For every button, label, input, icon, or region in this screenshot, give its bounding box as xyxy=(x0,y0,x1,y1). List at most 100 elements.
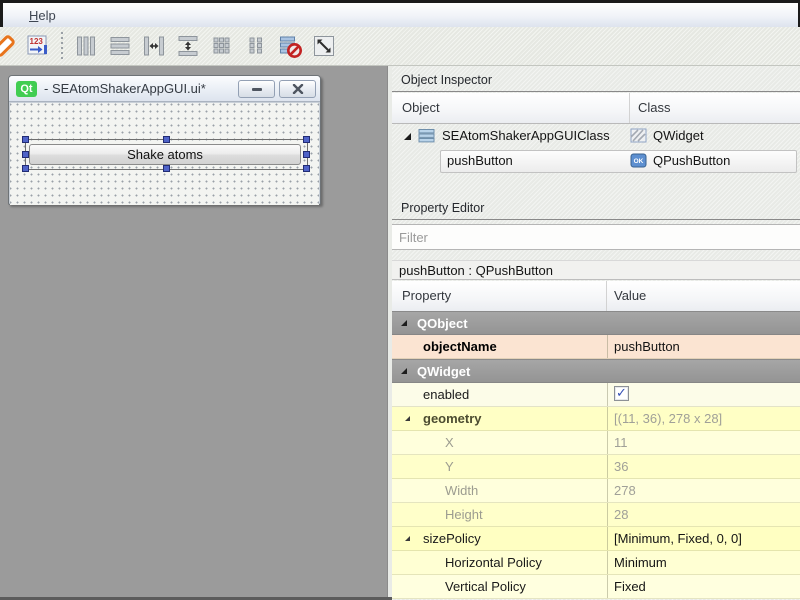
object-inspector-row[interactable]: SEAtomShakerAppGUIClass QWidget xyxy=(392,124,800,149)
form-canvas[interactable]: Shake atoms xyxy=(10,103,319,205)
toolbar-edit-buddies-button[interactable] xyxy=(0,32,18,60)
shake-atoms-pushbutton[interactable]: Shake atoms xyxy=(29,144,301,165)
column-property[interactable]: Property xyxy=(392,281,607,311)
toolbar: 123 xyxy=(0,27,800,66)
toolbar-break-layout-button[interactable] xyxy=(276,32,304,60)
property-table: QObject objectName pushButton QWidget enable… xyxy=(392,311,800,599)
property-value[interactable]: 278 xyxy=(607,479,800,502)
class-name: QPushButton xyxy=(653,153,730,168)
object-name: SEAtomShakerAppGUIClass xyxy=(442,128,610,143)
selection-handle[interactable] xyxy=(22,136,29,143)
property-row[interactable]: Height 28 xyxy=(392,503,800,527)
svg-text:OK: OK xyxy=(634,158,644,165)
property-name: geometry xyxy=(423,411,482,426)
current-object-label: pushButton : QPushButton xyxy=(392,260,800,280)
object-inspector-row[interactable]: pushButton OK QPushButton xyxy=(392,149,800,174)
property-expand-triangle-icon[interactable] xyxy=(405,536,410,541)
form-window-titlebar[interactable]: Qt - SEAtomShakerAppGUI.ui* xyxy=(9,76,320,102)
toolbar-edit-tab-order-button[interactable]: 123 xyxy=(24,32,52,60)
break-layout-icon xyxy=(277,33,304,60)
property-value[interactable]: pushButton xyxy=(607,335,800,358)
property-row[interactable]: sizePolicy [Minimum, Fixed, 0, 0] xyxy=(392,527,800,551)
group-expand-triangle-icon[interactable] xyxy=(401,320,407,326)
property-name: Width xyxy=(445,483,478,498)
adjust-size-icon xyxy=(311,33,337,59)
selection-handle[interactable] xyxy=(303,165,310,172)
layout-grid-icon xyxy=(209,33,235,59)
toolbar-layout-horizontal-button[interactable] xyxy=(72,32,100,60)
property-group-row[interactable]: QObject xyxy=(392,311,800,335)
selection-handle[interactable] xyxy=(163,165,170,172)
property-name: X xyxy=(445,435,454,450)
property-value[interactable]: [Minimum, Fixed, 0, 0] xyxy=(607,527,800,550)
filter-input[interactable] xyxy=(392,224,800,250)
property-row[interactable]: Vertical Policy Fixed xyxy=(392,575,800,599)
object-inspector-tree: SEAtomShakerAppGUIClass QWidget pushButton… xyxy=(392,124,800,174)
qpushbutton-class-icon: OK xyxy=(630,153,647,171)
toolbar-adjust-size-button[interactable] xyxy=(310,32,338,60)
property-row[interactable]: Width 278 xyxy=(392,479,800,503)
toolbar-layout-horizontal-splitter-button[interactable] xyxy=(140,32,168,60)
layout-vertical-splitter-icon xyxy=(175,33,201,59)
layout-form-icon xyxy=(243,33,269,59)
property-value[interactable]: [(11, 36), 278 x 28] xyxy=(607,407,800,430)
edit-buddies-icon xyxy=(0,33,17,59)
property-name: QWidget xyxy=(417,364,470,379)
toolbar-layout-vertical-splitter-button[interactable] xyxy=(174,32,202,60)
close-button[interactable] xyxy=(279,80,316,98)
column-value[interactable]: Value xyxy=(607,281,646,311)
property-expand-triangle-icon[interactable] xyxy=(405,416,410,421)
object-name: pushButton xyxy=(447,153,513,168)
property-row[interactable]: Y36 xyxy=(392,455,800,479)
form-widget-icon xyxy=(418,128,436,147)
property-name: Horizontal Policy xyxy=(445,555,542,570)
group-expand-triangle-icon[interactable] xyxy=(401,368,407,374)
property-name: Vertical Policy xyxy=(445,579,526,594)
property-row[interactable]: enabled✓ xyxy=(392,383,800,407)
property-editor-header: Property Value xyxy=(392,281,800,312)
layout-horizontal-icon xyxy=(73,33,99,59)
expand-triangle-icon[interactable] xyxy=(404,133,411,140)
selection-handle[interactable] xyxy=(22,165,29,172)
property-name: sizePolicy xyxy=(423,531,481,546)
enabled-checkbox[interactable]: ✓ xyxy=(614,386,629,401)
minimize-icon xyxy=(251,85,263,93)
property-editor-title: Property Editor xyxy=(392,197,800,220)
checkmark-icon: ✓ xyxy=(616,387,627,400)
property-name: objectName xyxy=(423,339,497,354)
property-value[interactable]: Fixed xyxy=(607,575,800,598)
minimize-button[interactable] xyxy=(238,80,275,98)
menu-bar: Help xyxy=(0,0,800,27)
column-object[interactable]: Object xyxy=(392,93,630,123)
property-value[interactable]: ✓ xyxy=(607,383,800,406)
object-inspector-header: Object Class xyxy=(392,93,800,124)
property-value[interactable]: 36 xyxy=(607,455,800,478)
layout-horizontal-splitter-icon xyxy=(141,33,167,59)
class-name: QWidget xyxy=(653,128,704,143)
edit-tab-order-icon: 123 xyxy=(25,33,51,59)
property-row[interactable]: X 11 xyxy=(392,431,800,455)
toolbar-separator xyxy=(59,32,65,60)
selection-handle[interactable] xyxy=(303,136,310,143)
column-class[interactable]: Class xyxy=(630,93,671,123)
selection-handle[interactable] xyxy=(22,151,29,158)
property-row[interactable]: objectName pushButton xyxy=(392,335,800,359)
qt-logo-icon: Qt xyxy=(16,81,37,97)
property-row[interactable]: geometry [(11, 36), 278 x 28] xyxy=(392,407,800,431)
close-icon xyxy=(292,84,304,94)
menu-help[interactable]: Help xyxy=(17,6,68,25)
property-row[interactable]: Horizontal Policy Minimum xyxy=(392,551,800,575)
property-value[interactable]: 28 xyxy=(607,503,800,526)
toolbar-layout-vertical-button[interactable] xyxy=(106,32,134,60)
property-value[interactable]: 11 xyxy=(607,431,800,454)
selection-handle[interactable] xyxy=(163,136,170,143)
property-group-row[interactable]: QWidget xyxy=(392,359,800,383)
toolbar-layout-grid-button[interactable] xyxy=(208,32,236,60)
dock-area: Object Inspector Object Class SEAtomShak… xyxy=(392,66,800,600)
selection-handle[interactable] xyxy=(303,151,310,158)
form-window-title: - SEAtomShakerAppGUI.ui* xyxy=(44,81,206,96)
property-name: Height xyxy=(445,507,483,522)
qwidget-class-icon xyxy=(630,128,647,146)
property-value[interactable]: Minimum xyxy=(607,551,800,574)
toolbar-layout-form-button[interactable] xyxy=(242,32,270,60)
